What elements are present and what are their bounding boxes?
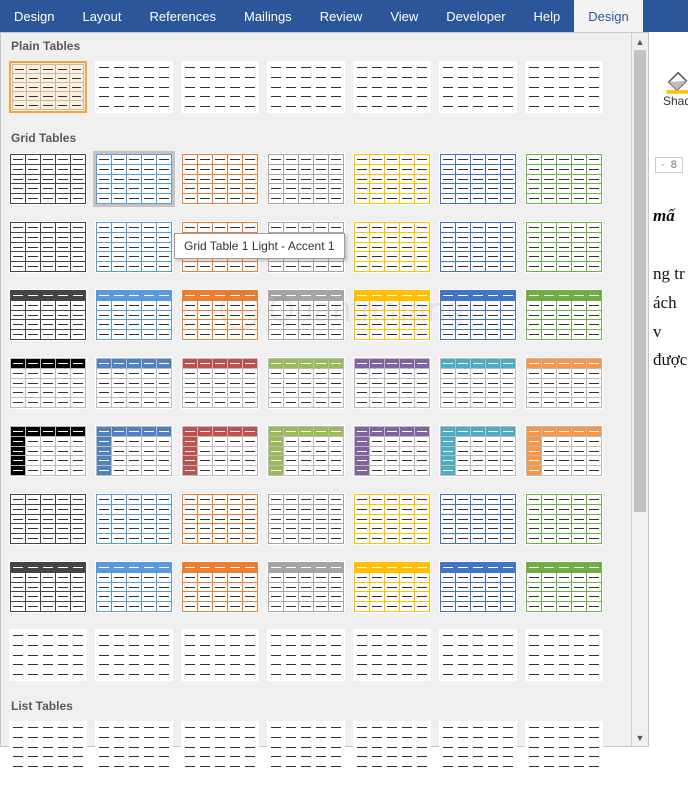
paint-bucket-icon — [663, 70, 688, 94]
table-style-thumb[interactable] — [439, 425, 517, 477]
table-style-thumb[interactable] — [525, 629, 603, 681]
tab-developer[interactable]: Developer — [432, 0, 519, 32]
scroll-up-button[interactable]: ▲ — [632, 33, 648, 50]
shading-label: Shad — [663, 94, 688, 108]
table-style-thumb[interactable] — [9, 357, 87, 409]
table-style-thumb[interactable] — [439, 561, 517, 613]
tab-design[interactable]: Design — [0, 0, 68, 32]
table-style-thumb[interactable] — [267, 493, 345, 545]
table-style-thumb[interactable] — [439, 61, 517, 113]
table-style-thumb[interactable] — [267, 61, 345, 113]
document-text: mấ ng tr ách v được — [653, 202, 688, 375]
scroll-down-button[interactable]: ▼ — [632, 729, 648, 746]
shading-button[interactable]: Shad — [657, 70, 688, 108]
table-style-thumb[interactable] — [267, 289, 345, 341]
tab-review[interactable]: Review — [306, 0, 377, 32]
table-style-thumb[interactable] — [439, 357, 517, 409]
table-style-thumb[interactable] — [525, 357, 603, 409]
table-style-thumb[interactable] — [353, 289, 431, 341]
scroll-thumb[interactable] — [634, 50, 646, 512]
tab-help[interactable]: Help — [520, 0, 575, 32]
table-style-thumb[interactable] — [9, 221, 87, 273]
table-style-thumb[interactable] — [95, 61, 173, 113]
table-style-thumb[interactable] — [267, 153, 345, 205]
table-style-thumb[interactable] — [95, 425, 173, 477]
table-style-thumb[interactable] — [525, 721, 603, 773]
tab-mailings[interactable]: Mailings — [230, 0, 306, 32]
table-style-thumb[interactable] — [353, 153, 431, 205]
table-style-thumb[interactable] — [9, 61, 87, 113]
table-style-thumb[interactable] — [525, 61, 603, 113]
table-style-thumb[interactable] — [525, 221, 603, 273]
table-style-thumb[interactable] — [181, 721, 259, 773]
ribbon-tabs: Design Layout References Mailings Review… — [0, 0, 688, 32]
table-style-thumb[interactable] — [525, 153, 603, 205]
table-style-thumb[interactable] — [353, 357, 431, 409]
table-style-thumb[interactable] — [525, 289, 603, 341]
gallery-scrollbar[interactable]: ▲ ▼ — [631, 33, 648, 746]
table-style-thumb[interactable] — [9, 629, 87, 681]
ruler-marker: · 8 — [655, 157, 683, 173]
table-style-thumb[interactable] — [267, 357, 345, 409]
table-style-thumb[interactable] — [439, 289, 517, 341]
table-style-thumb[interactable] — [439, 221, 517, 273]
table-style-thumb[interactable] — [95, 153, 173, 205]
table-style-thumb[interactable] — [95, 289, 173, 341]
table-style-thumb[interactable] — [9, 721, 87, 773]
table-style-thumb[interactable] — [353, 721, 431, 773]
tab-layout[interactable]: Layout — [68, 0, 135, 32]
table-style-thumb[interactable] — [267, 629, 345, 681]
table-style-thumb[interactable] — [95, 493, 173, 545]
table-style-thumb[interactable] — [181, 357, 259, 409]
table-style-thumb[interactable] — [525, 493, 603, 545]
category-plain-tables: Plain Tables — [1, 33, 648, 57]
table-style-thumb[interactable] — [9, 493, 87, 545]
tab-references[interactable]: References — [136, 0, 230, 32]
table-style-thumb[interactable] — [181, 153, 259, 205]
table-style-thumb[interactable] — [353, 61, 431, 113]
table-style-thumb[interactable] — [9, 425, 87, 477]
tab-view[interactable]: View — [376, 0, 432, 32]
table-style-thumb[interactable] — [95, 561, 173, 613]
table-style-thumb[interactable] — [181, 629, 259, 681]
table-style-thumb[interactable] — [525, 425, 603, 477]
table-style-thumb[interactable] — [439, 493, 517, 545]
table-style-thumb[interactable] — [439, 629, 517, 681]
table-style-thumb[interactable] — [181, 289, 259, 341]
tab-table-design[interactable]: Design — [574, 0, 642, 32]
table-style-thumb[interactable] — [9, 153, 87, 205]
table-style-thumb[interactable] — [9, 561, 87, 613]
style-tooltip: Grid Table 1 Light - Accent 1 — [174, 233, 345, 259]
table-style-thumb[interactable] — [95, 357, 173, 409]
table-style-thumb[interactable] — [353, 561, 431, 613]
table-style-thumb[interactable] — [267, 721, 345, 773]
category-grid-tables: Grid Tables — [1, 125, 648, 149]
table-style-thumb[interactable] — [181, 61, 259, 113]
table-style-thumb[interactable] — [95, 221, 173, 273]
table-style-thumb[interactable] — [181, 561, 259, 613]
table-style-thumb[interactable] — [439, 721, 517, 773]
table-style-thumb[interactable] — [525, 561, 603, 613]
table-style-thumb[interactable] — [353, 425, 431, 477]
table-style-thumb[interactable] — [181, 425, 259, 477]
table-style-thumb[interactable] — [9, 289, 87, 341]
table-style-thumb[interactable] — [439, 153, 517, 205]
table-style-thumb[interactable] — [181, 493, 259, 545]
table-style-thumb[interactable] — [353, 629, 431, 681]
scroll-track[interactable] — [632, 50, 648, 729]
table-style-thumb[interactable] — [267, 561, 345, 613]
table-style-thumb[interactable] — [95, 629, 173, 681]
table-style-thumb[interactable] — [95, 721, 173, 773]
table-style-thumb[interactable] — [353, 221, 431, 273]
document-area: Shad · 8 mấ ng tr ách v được — [649, 32, 688, 747]
table-styles-gallery: Plain Tables Grid Tables List Tables Gri… — [0, 32, 649, 747]
table-style-thumb[interactable] — [267, 425, 345, 477]
table-style-thumb[interactable] — [353, 493, 431, 545]
category-list-tables: List Tables — [1, 693, 648, 717]
